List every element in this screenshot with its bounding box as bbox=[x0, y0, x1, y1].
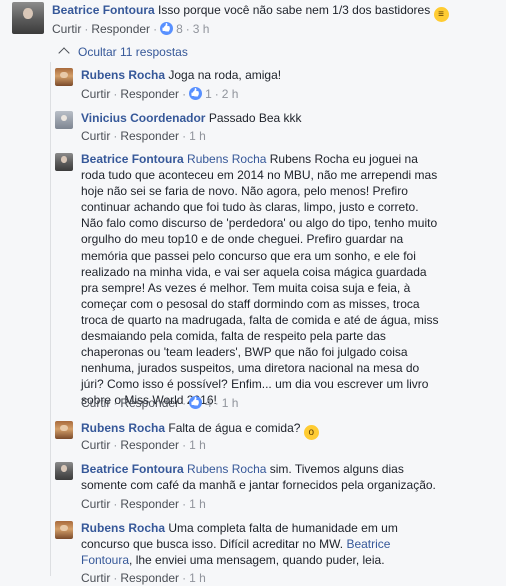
comment-author[interactable]: Rubens Rocha bbox=[81, 521, 165, 535]
comment-author[interactable]: Rubens Rocha bbox=[81, 68, 165, 82]
comment-body: Rubens Rocha Joga na roda, amiga! bbox=[81, 67, 501, 83]
thread-line bbox=[50, 62, 51, 576]
avatar[interactable] bbox=[12, 2, 44, 34]
comment-body: Vinicius Coordenador Passado Bea kkk bbox=[81, 110, 501, 126]
comment-actions: Curtir · Responder · 1 h bbox=[81, 497, 206, 511]
timestamp[interactable]: 1 h bbox=[189, 129, 206, 143]
comment-actions: Curtir·Responder·1·2 h bbox=[81, 86, 238, 102]
avatar[interactable] bbox=[55, 68, 73, 86]
timestamp[interactable]: 1 h bbox=[222, 396, 239, 410]
like-count[interactable]: 8 bbox=[176, 21, 183, 37]
comment-body: Beatrice Fontoura Rubens Rocha sim. Tive… bbox=[81, 461, 441, 493]
like-button[interactable]: Curtir bbox=[52, 22, 81, 36]
comment-text: Joga na roda, amiga! bbox=[168, 68, 282, 82]
like-button[interactable]: Curtir bbox=[81, 497, 110, 511]
like-reaction-icon bbox=[189, 396, 203, 409]
comment-text: Passado Bea kkk bbox=[208, 111, 302, 125]
comment-text: Isso porque você não sabe nem 1/3 dos ba… bbox=[158, 3, 431, 17]
like-count[interactable]: 1 bbox=[205, 86, 212, 102]
grimacing-emoji-icon: ≡ bbox=[433, 7, 449, 22]
comment-body: Beatrice Fontoura Rubens Rocha Rubens Ro… bbox=[81, 151, 441, 409]
avatar[interactable] bbox=[55, 111, 73, 129]
avatar[interactable] bbox=[55, 153, 73, 171]
like-button[interactable]: Curtir bbox=[81, 396, 110, 410]
comment-actions: Curtir·Responder·8·3 h bbox=[52, 21, 209, 37]
like-count[interactable]: 4 bbox=[205, 395, 212, 411]
like-reaction-icon bbox=[160, 22, 174, 35]
reply-button[interactable]: Responder bbox=[120, 129, 179, 143]
reply-button[interactable]: Responder bbox=[120, 87, 179, 101]
like-button[interactable]: Curtir bbox=[81, 87, 110, 101]
timestamp[interactable]: 1 h bbox=[189, 438, 206, 452]
comment-body: Rubens Rocha Uma completa falta de human… bbox=[81, 520, 441, 568]
comment-author[interactable]: Beatrice Fontoura bbox=[81, 152, 184, 166]
like-button[interactable]: Curtir bbox=[81, 571, 110, 585]
comment-tag[interactable]: Rubens Rocha bbox=[187, 152, 266, 166]
reply-button[interactable]: Responder bbox=[120, 438, 179, 452]
comment-author[interactable]: Rubens Rocha bbox=[81, 421, 165, 435]
avatar[interactable] bbox=[55, 421, 73, 439]
reply-button[interactable]: Responder bbox=[91, 22, 150, 36]
comment-actions: Curtir · Responder · 1 h bbox=[81, 571, 206, 585]
avatar[interactable] bbox=[55, 521, 73, 539]
reply-button[interactable]: Responder bbox=[120, 497, 179, 511]
comment-author[interactable]: Vinicius Coordenador bbox=[81, 111, 205, 125]
comment-actions: Curtir·Responder·4·1 h bbox=[81, 395, 238, 411]
comment-actions: Curtir · Responder · 1 h bbox=[81, 438, 206, 452]
like-button[interactable]: Curtir bbox=[81, 438, 110, 452]
comment-tag[interactable]: Rubens Rocha bbox=[187, 462, 266, 476]
avatar[interactable] bbox=[55, 462, 73, 480]
comment-author[interactable]: Beatrice Fontoura bbox=[52, 3, 155, 17]
comment-text: Rubens Rocha eu joguei na roda tudo que … bbox=[81, 152, 439, 408]
chevron-up-icon bbox=[58, 47, 70, 59]
like-reaction-icon bbox=[189, 87, 203, 100]
surprised-emoji-icon: o bbox=[303, 425, 319, 440]
comment-author[interactable]: Beatrice Fontoura bbox=[81, 462, 184, 476]
timestamp[interactable]: 2 h bbox=[222, 87, 239, 101]
comment-body: Beatrice Fontoura Isso porque você não s… bbox=[52, 2, 502, 22]
like-button[interactable]: Curtir bbox=[81, 129, 110, 143]
reply-button[interactable]: Responder bbox=[120, 396, 179, 410]
comment-text: Falta de água e comida? bbox=[168, 421, 301, 435]
timestamp[interactable]: 3 h bbox=[193, 22, 210, 36]
comment-text-continued: , lhe enviei uma mensagem, quando puder,… bbox=[129, 553, 385, 567]
timestamp[interactable]: 1 h bbox=[189, 497, 206, 511]
timestamp[interactable]: 1 h bbox=[189, 571, 206, 585]
reply-button[interactable]: Responder bbox=[120, 571, 179, 585]
comment-actions: Curtir · Responder · 1 h bbox=[81, 129, 206, 143]
hide-replies-toggle[interactable]: Ocultar 11 respostas bbox=[58, 44, 188, 60]
hide-replies-label[interactable]: Ocultar 11 respostas bbox=[78, 45, 188, 59]
